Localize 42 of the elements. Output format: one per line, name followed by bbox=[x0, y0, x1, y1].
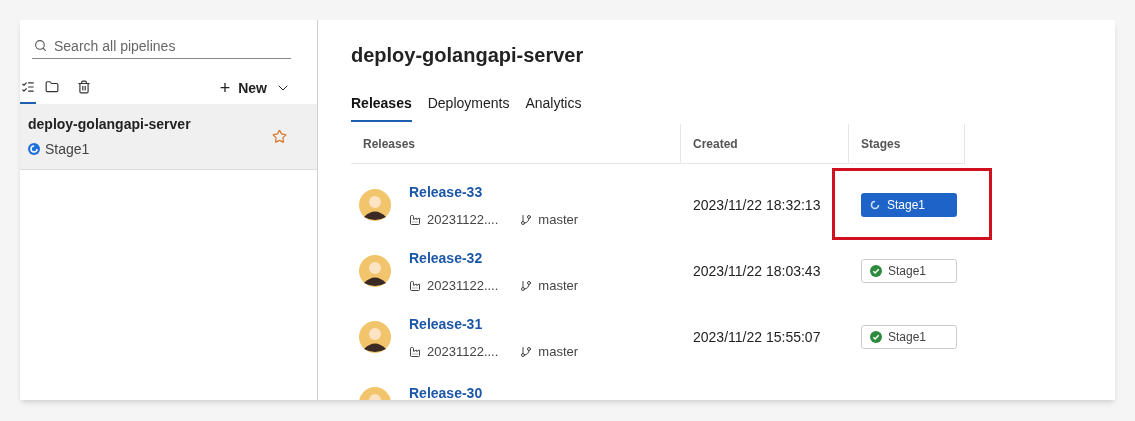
created-date: 2023/11/22 15:55:07 bbox=[693, 329, 821, 345]
branch-name: master bbox=[538, 343, 579, 362]
branch-name: master bbox=[538, 277, 579, 296]
stage-label: Stage1 bbox=[45, 139, 90, 159]
new-button[interactable]: + New bbox=[219, 74, 291, 102]
release-link[interactable]: Release-33 bbox=[409, 184, 483, 201]
stage-chip[interactable]: Stage1 bbox=[861, 325, 957, 349]
avatar bbox=[359, 189, 391, 221]
star-icon[interactable] bbox=[272, 129, 287, 144]
factory-icon bbox=[409, 280, 421, 292]
folder-icon bbox=[45, 80, 59, 94]
column-header: Releases bbox=[363, 135, 416, 153]
created-date: 2023/11/22 18:03:43 bbox=[693, 263, 821, 279]
avatar bbox=[359, 321, 391, 353]
artifact-version: 20231122.... bbox=[427, 211, 499, 230]
search-icon bbox=[34, 39, 47, 52]
artifact-version: 20231122.... bbox=[427, 343, 499, 362]
tab[interactable]: Releases bbox=[351, 88, 412, 122]
artifact-version: 20231122.... bbox=[427, 277, 499, 296]
release-link[interactable]: Release-30 bbox=[409, 384, 483, 400]
page-title: deploy-golangapi-server bbox=[351, 43, 585, 68]
search-field[interactable]: Search all pipelines bbox=[32, 34, 291, 59]
pipeline-name: deploy-golangapi-server bbox=[28, 114, 192, 134]
column-header: Created bbox=[693, 135, 738, 153]
branch-icon bbox=[520, 214, 533, 226]
tab[interactable]: Analytics bbox=[525, 88, 582, 122]
factory-icon bbox=[409, 214, 421, 226]
checklist-icon bbox=[21, 80, 35, 94]
created-date: 2023/11/22 18:32:13 bbox=[693, 197, 821, 213]
branch-icon bbox=[520, 280, 533, 292]
stage-chip[interactable]: Stage1 bbox=[861, 259, 957, 283]
column-header: Stages bbox=[861, 135, 901, 153]
branch-name: master bbox=[538, 211, 579, 230]
trash-icon bbox=[77, 80, 91, 94]
stage-chip[interactable]: Stage1 bbox=[861, 193, 957, 217]
pipeline-item[interactable]: deploy-golangapi-server Stage1 bbox=[20, 104, 317, 170]
branch-icon bbox=[520, 346, 533, 358]
avatar bbox=[359, 255, 391, 287]
release-link[interactable]: Release-32 bbox=[409, 250, 483, 267]
factory-icon bbox=[409, 346, 421, 358]
tab[interactable]: Deployments bbox=[427, 88, 510, 122]
release-link[interactable]: Release-31 bbox=[409, 316, 483, 333]
